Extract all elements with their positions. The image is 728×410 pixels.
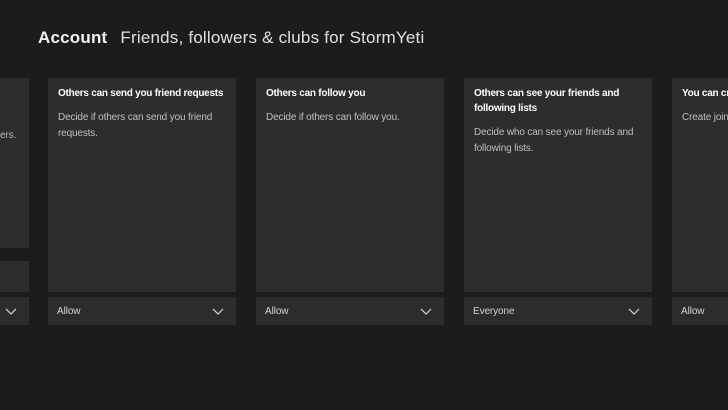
setting-description: Decide who can see your friends and foll… [474, 125, 636, 157]
page-header: Account Friends, followers & clubs for S… [38, 28, 424, 48]
setting-card-body: Others can see your friends and followin… [464, 78, 652, 292]
setting-card-body: Others can send you friend requests Deci… [48, 78, 236, 292]
friend-requests-dropdown[interactable]: Allow [48, 297, 236, 325]
chevron-down-icon [420, 308, 432, 315]
page-title: Friends, followers & clubs for StormYeti [120, 28, 424, 48]
setting-card-follow: Others can follow you Decide if others c… [256, 78, 444, 325]
clubs-dropdown[interactable]: Allow [672, 297, 728, 325]
privacy-settings-screen: Account Friends, followers & clubs for S… [0, 0, 728, 410]
setting-card-body: You can cre Create join, [672, 78, 728, 292]
setting-card-clubs-partial: You can cre Create join, Allow [672, 78, 728, 325]
setting-card-body: Others can follow you Decide if others c… [256, 78, 444, 292]
setting-card-sub-block [0, 261, 29, 292]
setting-dropdown-partial-left[interactable] [0, 297, 29, 325]
setting-title: Others can send you friend requests [58, 86, 226, 101]
chevron-down-icon [5, 308, 17, 315]
setting-card-friends-lists: Others can see your friends and followin… [464, 78, 652, 325]
setting-title: Others can follow you [266, 86, 434, 101]
friends-lists-dropdown[interactable]: Everyone [464, 297, 652, 325]
setting-description: Decide if others can send you friend req… [58, 110, 220, 142]
dropdown-value: Allow [681, 306, 704, 317]
setting-card-body: ers. [0, 78, 29, 248]
setting-title: Others can see your friends and followin… [474, 86, 634, 116]
dropdown-value: Everyone [473, 306, 514, 317]
chevron-down-icon [628, 308, 640, 315]
dropdown-value: Allow [265, 306, 288, 317]
breadcrumb-section-account: Account [38, 28, 107, 48]
setting-description-fragment: ers. [0, 128, 16, 144]
setting-card-friend-requests: Others can send you friend requests Deci… [48, 78, 236, 325]
dropdown-value: Allow [57, 306, 80, 317]
setting-card-partial-left: ers. [0, 78, 29, 325]
follow-dropdown[interactable]: Allow [256, 297, 444, 325]
setting-description: Decide if others can follow you. [266, 110, 428, 126]
setting-description: Create join, [682, 110, 728, 126]
chevron-down-icon [212, 308, 224, 315]
setting-title: You can cre [682, 86, 728, 101]
